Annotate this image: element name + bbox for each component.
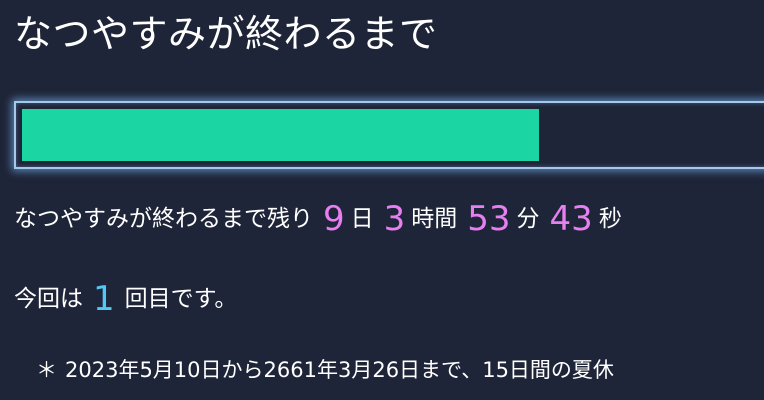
remaining-seconds-value: 43 (549, 199, 593, 239)
period-note: ＊ 2023年5月10日から2661年3月26日まで、15日間の夏休 (36, 352, 614, 388)
count-prefix: 今回は (14, 286, 83, 312)
remaining-time: なつやすみが終わるまで残り 9 日 3 時間 53 分 43 秒 (14, 196, 622, 242)
remaining-minutes-value: 53 (467, 199, 511, 239)
remaining-hours-value: 3 (383, 199, 406, 239)
progress-fill (22, 109, 539, 161)
period-note-text: 2023年5月10日から2661年3月26日まで、15日間の夏休 (65, 358, 614, 382)
remaining-minutes-unit: 分 (516, 206, 540, 232)
remaining-days-unit: 日 (350, 206, 374, 232)
remaining-hours-unit: 時間 (411, 206, 458, 232)
page-title: なつやすみが終わるまで (14, 12, 438, 56)
remaining-seconds-unit: 秒 (598, 206, 622, 232)
progress-track (22, 109, 764, 161)
summer-count: 今回は 1 回目です。 (14, 277, 237, 321)
count-number: 1 (93, 279, 115, 319)
progress-bar (14, 101, 764, 169)
countdown-page: なつやすみが終わるまで なつやすみが終わるまで残り 9 日 3 時間 53 分 43 秒 今回は… (0, 0, 764, 400)
remaining-days-value: 9 (323, 199, 345, 239)
count-suffix: 回目です。 (124, 286, 238, 312)
asterisk-icon: ＊ (36, 358, 57, 382)
remaining-prefix: なつやすみが終わるまで残り (14, 206, 313, 232)
